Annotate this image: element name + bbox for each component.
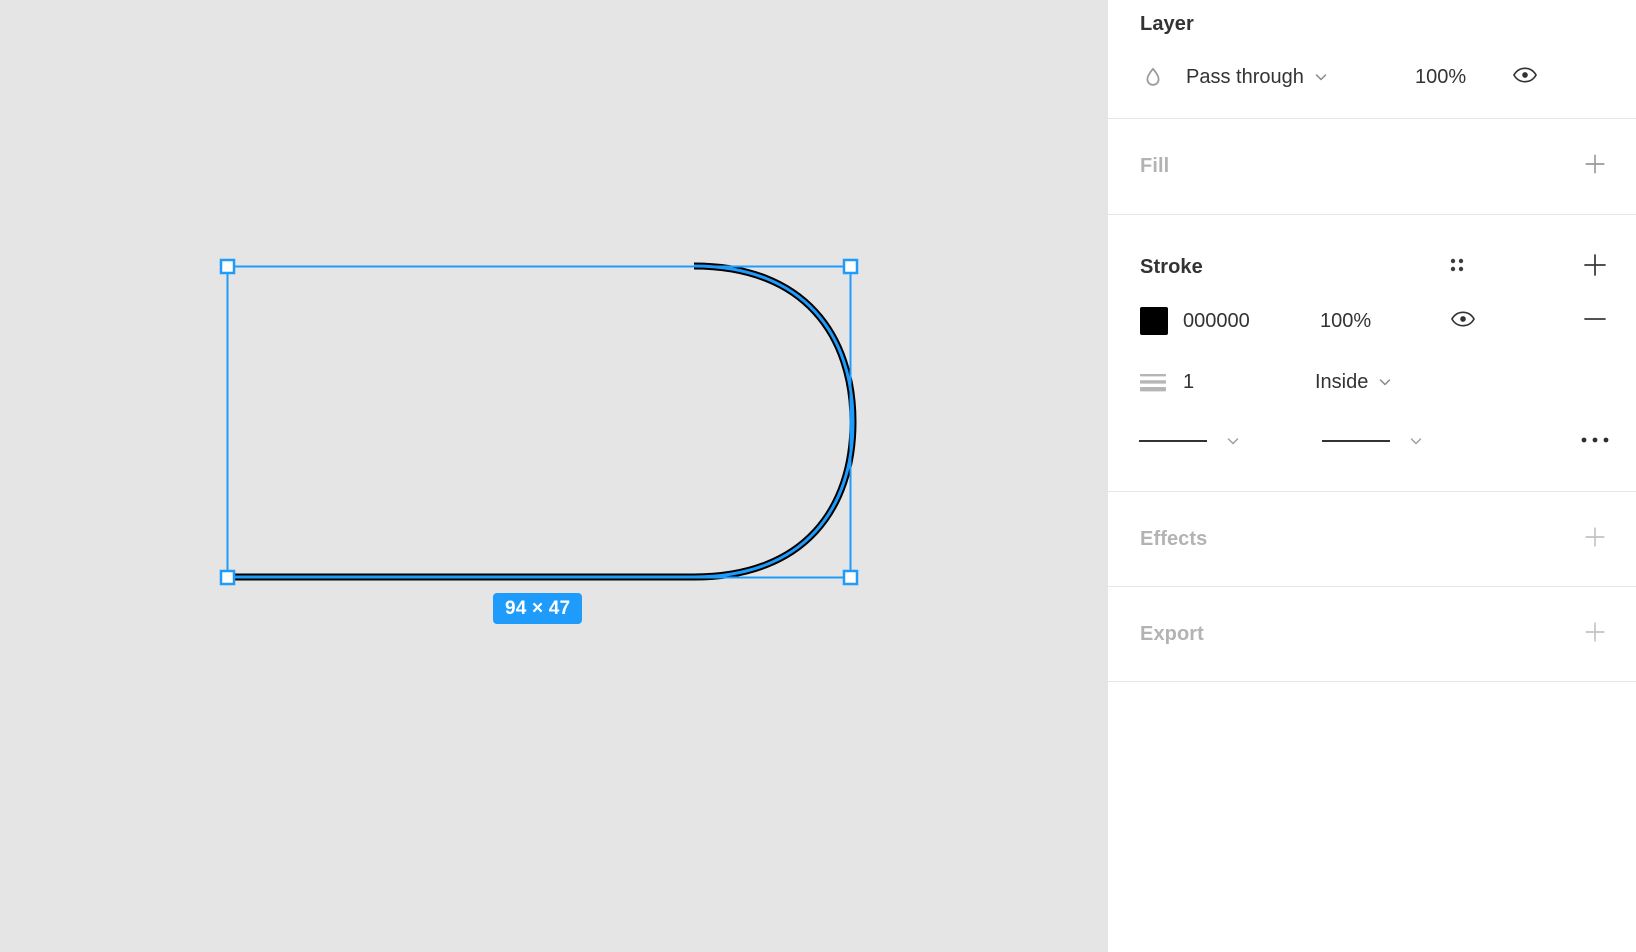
fill-title: Fill	[1140, 155, 1170, 177]
stroke-weight-input[interactable]: 1	[1183, 371, 1194, 394]
export-section: Export	[1108, 587, 1636, 681]
design-canvas[interactable]: 94 × 47	[0, 0, 1108, 952]
stroke-cap-select[interactable]	[1139, 433, 1241, 449]
stroke-section: Stroke 000000 100% 1 Inside	[1108, 215, 1636, 491]
eye-icon	[1512, 62, 1538, 93]
stroke-color-row: 000000 100%	[1108, 291, 1636, 351]
add-fill-button[interactable]	[1580, 152, 1610, 182]
properties-panel: Layer Pass through 100% Fill Stroke 0000…	[1108, 0, 1636, 952]
handle-bottom-left	[219, 569, 236, 586]
handle-top-left	[219, 258, 236, 275]
stroke-advanced-options-button[interactable]	[1580, 430, 1610, 452]
layer-title: Layer	[1140, 13, 1194, 35]
handle-bottom-right	[842, 569, 859, 586]
stroke-color-hex-input[interactable]: 000000	[1183, 310, 1250, 333]
line-preview-icon	[1139, 440, 1207, 442]
chevron-down-icon	[1408, 433, 1424, 449]
ellipsis-icon	[1580, 432, 1610, 450]
stroke-opacity-input[interactable]: 100%	[1320, 310, 1371, 333]
effects-section: Effects	[1108, 492, 1636, 586]
layer-section: Layer Pass through 100%	[1108, 0, 1636, 118]
eye-icon	[1450, 306, 1476, 337]
stroke-align-value: Inside	[1315, 370, 1369, 393]
blend-mode-select[interactable]: Pass through	[1186, 66, 1329, 89]
stroke-visibility-toggle[interactable]	[1448, 306, 1478, 336]
chevron-down-icon	[1225, 433, 1241, 449]
grid-dots-icon	[1446, 254, 1468, 281]
stroke-weight-row: 1 Inside	[1108, 351, 1636, 413]
layer-visibility-toggle[interactable]	[1510, 62, 1540, 92]
add-export-button[interactable]	[1580, 619, 1610, 649]
layer-opacity-input[interactable]: 100%	[1415, 66, 1466, 89]
add-stroke-button[interactable]	[1580, 252, 1610, 282]
add-effect-button[interactable]	[1580, 524, 1610, 554]
dimension-badge-label: 94 × 47	[505, 598, 571, 619]
stroke-style-row	[1108, 413, 1636, 469]
plus-icon	[1580, 250, 1610, 285]
stroke-style-library-button[interactable]	[1442, 252, 1472, 282]
layer-blend-row: Pass through 100%	[1108, 36, 1636, 118]
line-preview-icon	[1322, 440, 1390, 442]
minus-icon	[1580, 304, 1610, 339]
chevron-down-icon	[1313, 69, 1329, 85]
chevron-down-icon	[1377, 374, 1393, 390]
blend-mode-value: Pass through	[1186, 65, 1304, 88]
selection-handles[interactable]	[0, 0, 1108, 952]
layer-section-header: Layer	[1108, 0, 1636, 36]
effects-title: Effects	[1140, 527, 1208, 550]
remove-stroke-button[interactable]	[1580, 306, 1610, 336]
stroke-section-header: Stroke	[1108, 243, 1636, 291]
plus-icon	[1581, 523, 1609, 556]
droplet-icon	[1140, 64, 1166, 90]
app-root: 94 × 47 Layer Pass through 100% Fill Str…	[0, 0, 1636, 952]
divider-export-bottom	[1108, 681, 1636, 682]
fill-section: Fill	[1108, 119, 1636, 214]
export-title: Export	[1140, 622, 1204, 645]
stroke-title: Stroke	[1140, 255, 1203, 278]
dimension-badge: 94 × 47	[493, 593, 583, 624]
plus-icon	[1581, 618, 1609, 651]
stroke-color-swatch[interactable]	[1140, 307, 1168, 335]
handle-top-right	[842, 258, 859, 275]
plus-icon	[1581, 150, 1609, 183]
stroke-align-select[interactable]: Inside	[1315, 371, 1393, 394]
stroke-join-select[interactable]	[1322, 433, 1424, 449]
stroke-weight-icon	[1139, 370, 1167, 394]
